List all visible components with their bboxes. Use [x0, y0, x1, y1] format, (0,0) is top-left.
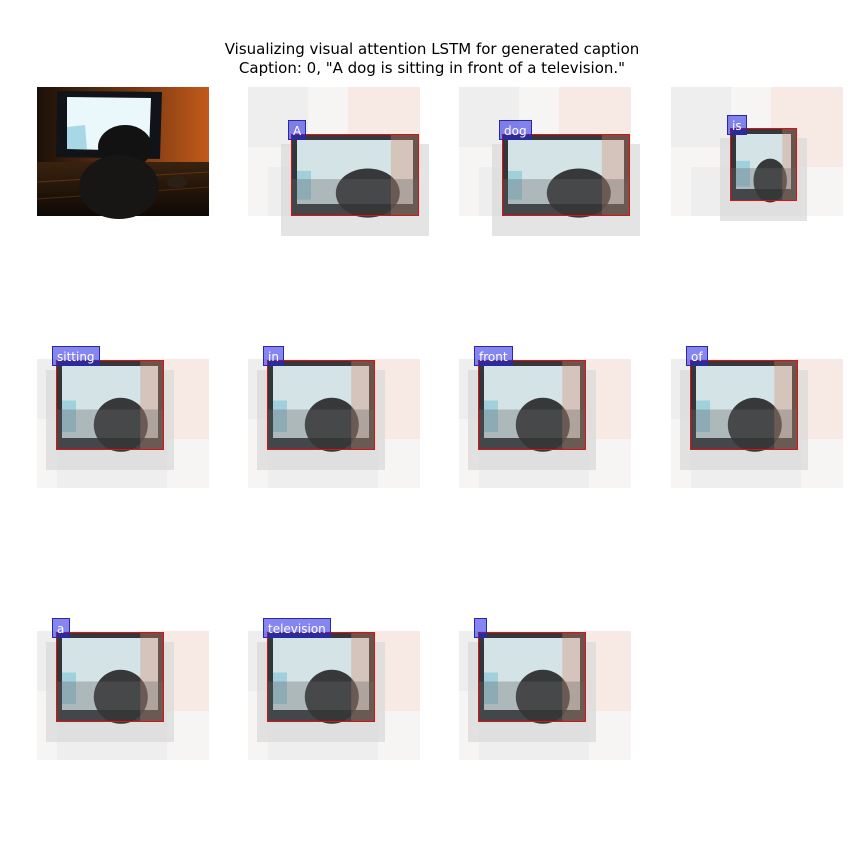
attention-panel [459, 618, 631, 760]
attention-bounding-box [56, 360, 164, 450]
attention-bounding-box [478, 360, 586, 450]
attention-panel: A [248, 87, 429, 236]
word-label: dog [499, 120, 532, 140]
caption-text: Caption: 0, "A dog is sitting in front o… [238, 59, 626, 77]
attention-bounding-box [478, 632, 586, 722]
attention-panel: dog [459, 87, 640, 236]
word-label: of [686, 346, 708, 366]
word-label: front [474, 346, 513, 366]
word-label: A [288, 120, 307, 140]
word-label: a [52, 618, 70, 638]
attention-bounding-box [267, 632, 375, 722]
attention-bounding-box [730, 128, 797, 201]
attention-panel: sitting [37, 346, 209, 488]
word-label [474, 618, 487, 638]
word-label: sitting [52, 346, 100, 366]
attention-panel: television [248, 618, 420, 760]
word-label: is [727, 115, 747, 135]
attention-panel: of [671, 346, 843, 488]
figure-title: Visualizing visual attention LSTM for ge… [224, 40, 640, 58]
attention-panel: a [37, 618, 209, 760]
original-photo [36, 87, 210, 219]
attention-bounding-box [502, 134, 630, 216]
attention-panel: in [248, 346, 420, 488]
dog-watching-tv-photo-icon [36, 87, 210, 219]
attention-panel: is [671, 87, 843, 221]
attention-bounding-box [291, 134, 419, 216]
attention-bounding-box [56, 632, 164, 722]
attention-panel: front [459, 346, 631, 488]
word-label: television [263, 618, 331, 638]
attention-bounding-box [267, 360, 375, 450]
word-label: in [263, 346, 284, 366]
attention-bounding-box [690, 360, 798, 450]
